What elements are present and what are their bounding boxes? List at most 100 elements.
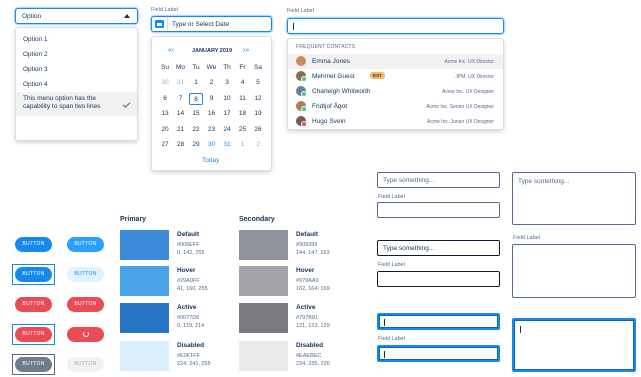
primary-swatch-default — [120, 230, 169, 260]
primary-button[interactable]: BUTTON — [15, 237, 52, 252]
contact-row[interactable]: Fridtjof Ågot Acme Inc. Senior UX Design… — [288, 99, 503, 114]
calendar-month: JANUARY 2019 — [192, 48, 233, 54]
menu-item-option-2[interactable]: Option 2 — [16, 48, 137, 62]
swatch-rgb: 144, 147, 153 — [296, 250, 330, 256]
calendar-day[interactable]: 6 — [158, 95, 172, 102]
contact-row[interactable]: Charleigh Whitworth Acme Inc. UX Designe… — [288, 84, 503, 99]
next-month-year-icon[interactable]: › » — [243, 47, 249, 54]
danger-button[interactable]: BUTTON — [15, 297, 52, 312]
calendar-day[interactable]: 7 — [174, 95, 188, 102]
loading-spinner-icon — [83, 331, 89, 337]
calendar-day[interactable]: 30 — [158, 79, 172, 86]
calendar-day[interactable]: 30 — [205, 141, 219, 148]
calendar-day[interactable]: 31 — [174, 79, 188, 86]
calendar-day[interactable]: 18 — [236, 110, 250, 117]
calendar-day[interactable]: 12 — [251, 95, 265, 102]
secondary-swatch-active — [239, 303, 288, 333]
contact-row[interactable]: Mehmet Guest EXT JPM, UX Director — [288, 69, 503, 84]
contact-title: Acme Inc. UX Director — [444, 59, 494, 65]
secondary-button-disabled: BUTTON — [67, 357, 104, 372]
contact-name: Mehmet Guest — [312, 73, 355, 80]
contact-lookup-input[interactable] — [287, 18, 504, 34]
calendar-day[interactable]: 4 — [236, 79, 250, 86]
swatch-hex: #008EFF — [177, 242, 200, 248]
text-input-placeholder: Type something... — [383, 245, 435, 252]
calendar-day[interactable]: 2 — [205, 79, 219, 86]
frequent-contacts-heading: FREQUENT CONTACTS — [296, 44, 356, 50]
text-input-focused[interactable] — [377, 313, 500, 330]
caret-up-icon[interactable] — [124, 14, 130, 18]
swatch-rgb: 0, 119, 214 — [177, 323, 205, 329]
avatar — [296, 116, 307, 127]
calendar-day[interactable]: 17 — [220, 110, 234, 117]
primary-button-focused[interactable]: BUTTON — [15, 267, 52, 282]
text-input[interactable]: Type something... — [377, 172, 500, 188]
menu-item-option-4[interactable]: Option 4 — [16, 78, 137, 92]
datepicker-label: Field Label — [151, 7, 178, 13]
prev-year-month-icon[interactable]: « ‹ — [168, 47, 174, 54]
focus-ring: BUTTON — [12, 324, 55, 345]
contact-name: Fridtjof Ågot — [312, 103, 348, 110]
today-link[interactable]: Today — [202, 157, 219, 164]
text-input-hover[interactable] — [377, 271, 500, 287]
textarea[interactable]: Type something... — [512, 172, 636, 225]
calendar-day[interactable]: 28 — [174, 141, 188, 148]
calendar-day[interactable]: 27 — [158, 141, 172, 148]
text-input[interactable] — [377, 202, 500, 218]
swatch-name: Default — [296, 231, 319, 238]
textarea[interactable] — [512, 244, 636, 298]
primary-header: Primary — [120, 216, 147, 223]
calendar-day[interactable]: 23 — [205, 126, 219, 133]
calendar-day[interactable]: 20 — [158, 126, 172, 133]
date-input[interactable]: Type or Select Date — [151, 16, 272, 32]
contact-row[interactable]: Hugo Svein Acme Inc. Junior UX Designer — [288, 114, 503, 129]
calendar-day[interactable]: 25 — [236, 126, 250, 133]
menu-item-selected[interactable]: This menu option has the capability to s… — [16, 92, 137, 116]
contact-row[interactable]: Emma Jones Acme Inc. UX Director — [288, 54, 503, 69]
calendar-day[interactable]: 16 — [205, 110, 219, 117]
calendar-day[interactable]: 3 — [220, 79, 234, 86]
ext-badge: EXT — [370, 72, 385, 79]
option-combobox[interactable]: Option — [15, 8, 138, 24]
calendar-day[interactable]: 10 — [220, 95, 234, 102]
danger-button-focused[interactable]: BUTTON — [15, 327, 52, 342]
secondary-button-focused[interactable]: BUTTON — [15, 357, 52, 372]
status-dot-icon — [301, 91, 307, 97]
danger-button-hover[interactable]: BUTTON — [67, 297, 104, 312]
textarea-focused[interactable] — [512, 318, 636, 372]
calendar-day[interactable]: 29 — [189, 141, 203, 148]
date-input-placeholder: Type or Select Date — [172, 20, 230, 28]
calendar-day[interactable]: 1 — [236, 141, 250, 148]
contact-name: Emma Jones — [312, 58, 350, 65]
calendar-icon[interactable] — [155, 20, 164, 28]
swatch-hex: #29A0FF — [177, 278, 200, 284]
menu-item-option-1[interactable]: Option 1 — [16, 33, 137, 47]
calendar-day[interactable]: 26 — [251, 126, 265, 133]
text-input-focused[interactable] — [377, 345, 500, 362]
calendar-day[interactable]: 31 — [220, 141, 234, 148]
calendar-day[interactable]: 14 — [174, 110, 188, 117]
calendar-day[interactable]: 8 — [189, 92, 203, 105]
field-label: Field Label — [378, 336, 405, 342]
calendar-day[interactable]: 24 — [220, 126, 234, 133]
calendar-day[interactable]: 13 — [158, 110, 172, 117]
text-input-hover[interactable]: Type something... — [377, 240, 500, 256]
menu-item-option-3[interactable]: Option 3 — [16, 63, 137, 77]
calendar-day[interactable]: 22 — [189, 126, 203, 133]
calendar-day[interactable]: 1 — [189, 79, 203, 86]
text-cursor — [384, 319, 385, 326]
calendar-day[interactable]: 15 — [189, 110, 203, 117]
textarea-placeholder: Type something... — [518, 178, 570, 185]
calendar-day[interactable]: 21 — [174, 126, 188, 133]
calendar-day[interactable]: 19 — [251, 110, 265, 117]
calendar-day[interactable]: 11 — [236, 95, 250, 102]
secondary-swatch-default — [239, 230, 288, 260]
calendar-day[interactable]: 9 — [205, 95, 219, 102]
primary-button-hover[interactable]: BUTTON — [67, 237, 104, 252]
calendar-day[interactable]: 5 — [251, 79, 265, 86]
danger-button-loading[interactable] — [67, 327, 104, 342]
calendar-day[interactable]: 2 — [251, 141, 265, 148]
contact-name: Charleigh Whitworth — [312, 88, 371, 95]
swatch-name: Hover — [296, 267, 315, 274]
calendar-popup: « ‹ JANUARY 2019 › » Su Mo Tu We Th Fr Sa 30 31 1… — [151, 36, 272, 171]
